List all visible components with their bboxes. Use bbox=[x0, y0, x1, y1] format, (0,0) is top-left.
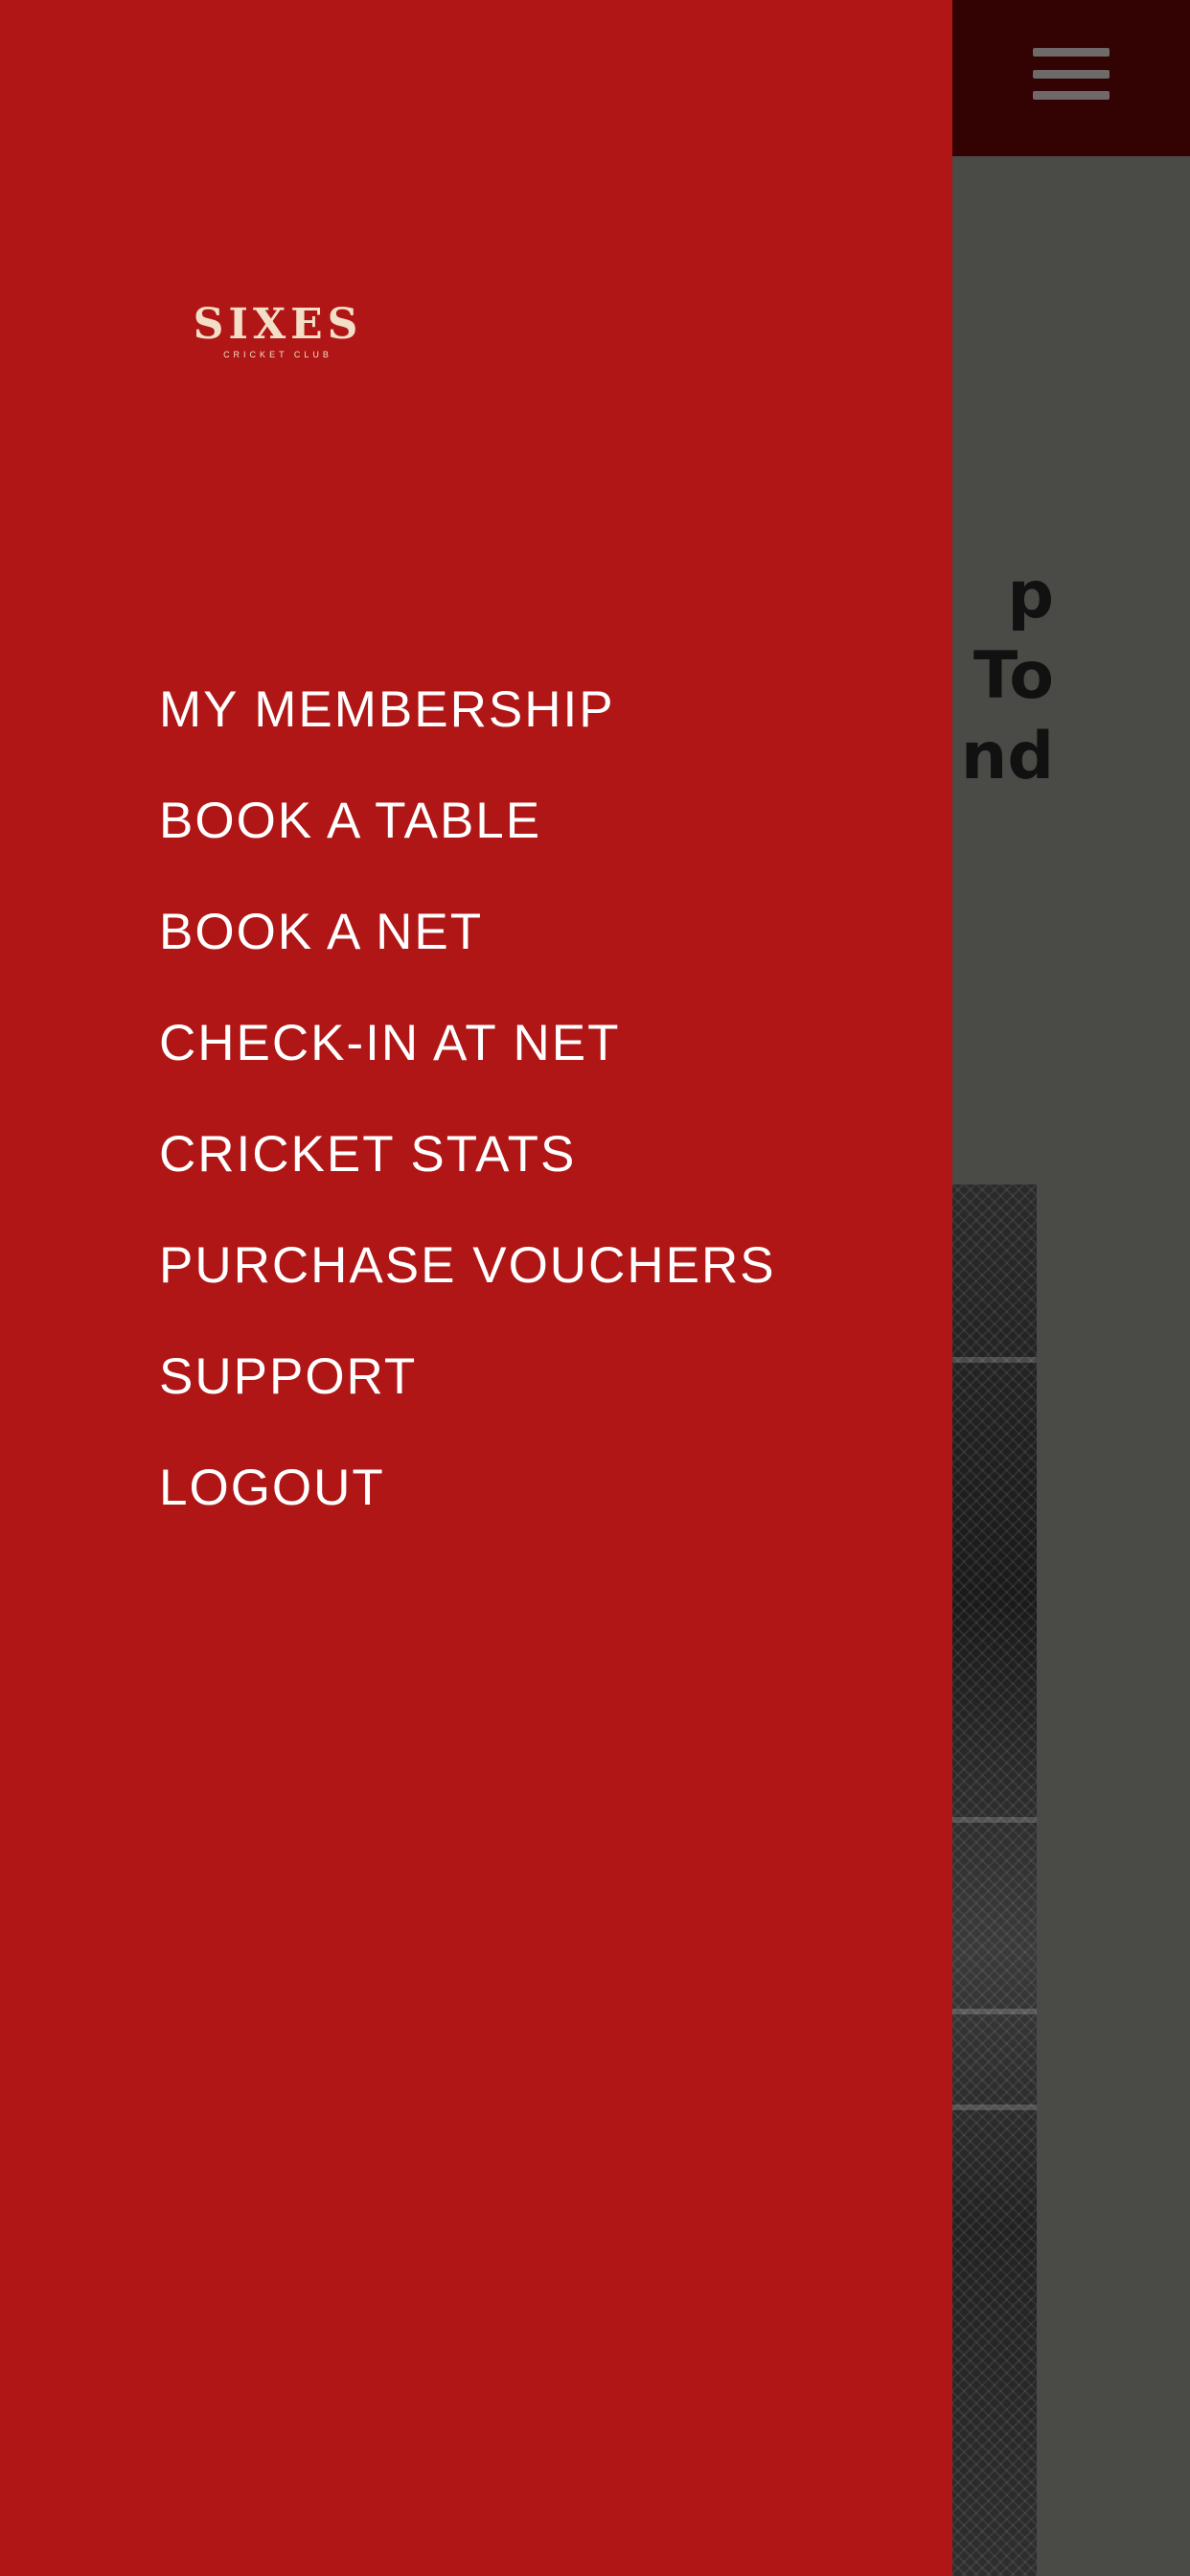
logout-link[interactable]: LOGOUT bbox=[159, 1459, 385, 1517]
hamburger-bar bbox=[1033, 69, 1110, 79]
menu-item-my-membership: MY MEMBERSHIP bbox=[159, 654, 776, 765]
logo-wordmark: SIXES bbox=[193, 300, 363, 349]
menu-item-cricket-stats: CRICKET STATS bbox=[159, 1098, 776, 1209]
book-a-table-link[interactable]: BOOK A TABLE bbox=[159, 792, 541, 850]
menu-item-purchase-vouchers: PURCHASE VOUCHERS bbox=[159, 1209, 776, 1321]
logo-tagline: CRICKET CLUB bbox=[223, 350, 332, 359]
menu-item-check-in-at-net: CHECK-IN AT NET bbox=[159, 987, 776, 1098]
support-link[interactable]: SUPPORT bbox=[159, 1347, 417, 1406]
check-in-at-net-link[interactable]: CHECK-IN AT NET bbox=[159, 1014, 621, 1072]
app-screen: p To nd SIXES CRICKET CLUB MY MEMBERSHIP… bbox=[0, 0, 1190, 2576]
menu-item-logout: LOGOUT bbox=[159, 1432, 776, 1543]
background-net-image bbox=[952, 1184, 1037, 2576]
my-membership-link[interactable]: MY MEMBERSHIP bbox=[159, 680, 615, 739]
hamburger-icon[interactable] bbox=[1033, 48, 1110, 100]
cricket-stats-link[interactable]: CRICKET STATS bbox=[159, 1125, 576, 1184]
net-stripe bbox=[952, 2104, 1037, 2110]
hamburger-bar bbox=[1033, 48, 1110, 57]
net-stripe bbox=[952, 1357, 1037, 1363]
menu-item-book-a-net: BOOK A NET bbox=[159, 876, 776, 987]
book-a-net-link[interactable]: BOOK A NET bbox=[159, 903, 483, 961]
menu-item-book-a-table: BOOK A TABLE bbox=[159, 765, 776, 876]
net-stripe bbox=[952, 2009, 1037, 2014]
purchase-vouchers-link[interactable]: PURCHASE VOUCHERS bbox=[159, 1236, 776, 1295]
menu-item-support: SUPPORT bbox=[159, 1321, 776, 1432]
side-drawer: SIXES CRICKET CLUB MY MEMBERSHIP BOOK A … bbox=[0, 0, 952, 2576]
net-stripe bbox=[952, 1817, 1037, 1823]
drawer-menu: MY MEMBERSHIP BOOK A TABLE BOOK A NET CH… bbox=[159, 654, 776, 1543]
sixes-logo[interactable]: SIXES CRICKET CLUB bbox=[180, 301, 376, 360]
hamburger-bar bbox=[1033, 91, 1110, 100]
